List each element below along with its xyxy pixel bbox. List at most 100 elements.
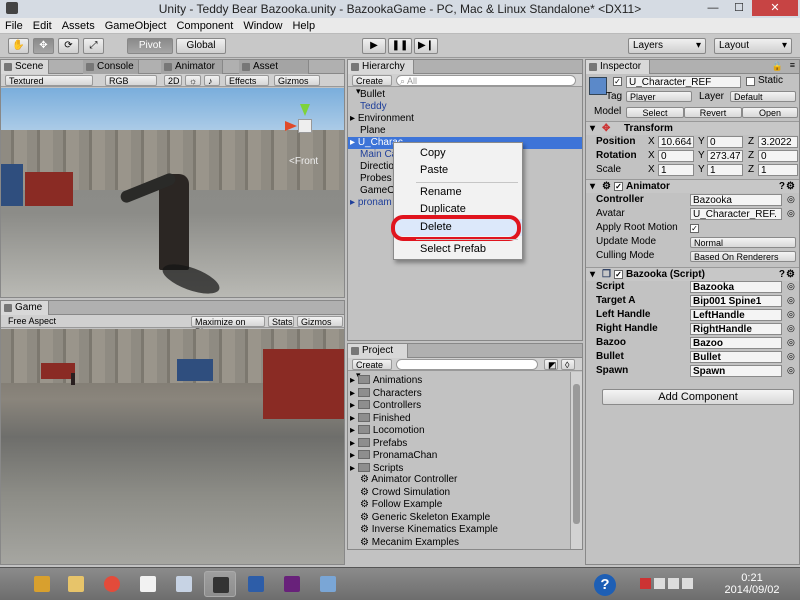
tab-animator[interactable]: Animator	[161, 60, 223, 74]
project-asset[interactable]: ⚙ Crowd Simulation	[360, 487, 450, 499]
project-folder[interactable]: ▸ Scripts	[350, 462, 403, 474]
project-scroll-thumb[interactable]	[573, 384, 580, 524]
help-icon[interactable]: ?	[779, 268, 785, 282]
script-field-value[interactable]: Bazooka	[690, 281, 782, 293]
context-copy[interactable]: Copy	[394, 145, 522, 162]
project-folder[interactable]: ▸ PronamaChan	[350, 449, 437, 461]
taskbar-app[interactable]	[132, 571, 164, 597]
project-folder[interactable]: ▸ Animations	[350, 374, 422, 386]
scale-z-field[interactable]: 1	[758, 164, 798, 176]
object-picker-icon[interactable]: ◎	[787, 281, 795, 292]
hierarchy-create-dropdown[interactable]: Create ▾	[352, 75, 392, 96]
render-dropdown[interactable]: RGB	[105, 75, 157, 86]
pivot-toggle[interactable]: Pivot	[127, 38, 173, 54]
script-field-value[interactable]: Bazoo	[690, 337, 782, 349]
rotation-z-field[interactable]: 0	[758, 150, 798, 162]
lighting-icon[interactable]: ☼	[185, 75, 201, 86]
scene-gizmo[interactable]	[283, 104, 327, 144]
tab-game[interactable]: Game	[1, 301, 49, 315]
object-picker-icon[interactable]: ◎	[787, 194, 795, 205]
script-field-value[interactable]: Bullet	[690, 351, 782, 363]
project-scrollbar[interactable]	[570, 372, 582, 549]
controller-field[interactable]: Bazooka	[690, 194, 782, 206]
project-folder[interactable]: ▸ Finished	[350, 412, 411, 424]
layers-dropdown[interactable]: Layers ▾	[628, 38, 706, 54]
hierarchy-item-bullet[interactable]: Bullet	[360, 89, 385, 101]
aspect-dropdown[interactable]: Free Aspect	[5, 316, 79, 327]
tab-project[interactable]: Project	[348, 344, 408, 358]
scene-viewport[interactable]: <Front	[1, 88, 344, 297]
taskbar-word[interactable]	[240, 571, 272, 597]
tab-console[interactable]: Console	[83, 60, 139, 74]
game-gizmos-dropdown[interactable]: Gizmos	[297, 316, 343, 327]
taskbar-unity[interactable]	[204, 571, 236, 597]
model-select-button[interactable]: Select	[626, 107, 684, 118]
taskbar-app2[interactable]	[168, 571, 200, 597]
shading-dropdown[interactable]: Textured	[5, 75, 93, 86]
help-icon[interactable]: ?	[594, 574, 616, 596]
project-folder[interactable]: ▸ Locomotion	[350, 424, 425, 436]
effects-dropdown[interactable]: Effects	[225, 75, 269, 86]
add-component-button[interactable]: Add Component	[602, 389, 794, 405]
step-button[interactable]: ▶❙	[414, 38, 438, 54]
project-asset[interactable]: ⚙ Animator Controller	[360, 474, 457, 486]
object-name-field[interactable]: U_Character_REF	[626, 76, 741, 88]
tab-asset-store[interactable]: Asset Store	[239, 60, 309, 85]
layer-dropdown[interactable]: Default	[730, 91, 796, 102]
rotation-x-field[interactable]: 0	[658, 150, 694, 162]
filter-type-icon[interactable]: ◩	[544, 359, 558, 370]
play-button[interactable]: ▶	[362, 38, 386, 54]
project-folder[interactable]: ▸ Characters	[350, 387, 422, 399]
script-header[interactable]: ▾ ❐ ✓ Bazooka (Script) ? ⚙	[586, 267, 799, 281]
context-paste[interactable]: Paste	[394, 162, 522, 179]
minimize-button[interactable]: —	[700, 0, 726, 16]
rotate-tool-icon[interactable]: ⟳	[58, 38, 79, 54]
rotation-y-field[interactable]: 273.47	[707, 150, 743, 162]
hierarchy-item-directional-light[interactable]: Directio	[360, 161, 394, 173]
object-picker-icon[interactable]: ◎	[787, 351, 795, 362]
object-picker-icon[interactable]: ◎	[787, 295, 795, 306]
context-select-prefab[interactable]: Select Prefab	[394, 241, 522, 258]
2d-toggle[interactable]: 2D	[164, 75, 182, 86]
taskbar-clock[interactable]: 0:21 2014/09/02	[722, 572, 782, 596]
hierarchy-search-input[interactable]: ⌕ All	[396, 75, 576, 86]
scale-y-field[interactable]: 1	[707, 164, 743, 176]
script-field-value[interactable]: LeftHandle	[690, 309, 782, 321]
close-button[interactable]: ✕	[752, 0, 798, 16]
tray-icons[interactable]	[640, 578, 700, 592]
taskbar-visual-studio[interactable]	[276, 571, 308, 597]
audio-icon[interactable]: ♪	[204, 75, 220, 86]
menu-edit[interactable]: Edit	[28, 18, 57, 34]
apply-root-motion-checkbox[interactable]: ✓	[690, 224, 699, 233]
taskbar-app-paint[interactable]	[26, 571, 58, 597]
project-asset[interactable]: ⚙ Mecanim Examples	[360, 537, 459, 549]
avatar-field[interactable]: U_Character_REF.	[690, 208, 782, 220]
model-open-button[interactable]: Open	[742, 107, 798, 118]
gizmos-dropdown[interactable]: Gizmos	[274, 75, 320, 86]
tab-scene[interactable]: Scene	[1, 60, 49, 74]
project-asset[interactable]: ⚙ Inverse Kinematics Example	[360, 524, 498, 536]
animator-enabled-checkbox[interactable]: ✓	[614, 182, 623, 191]
animator-header[interactable]: ▾ ⚙ ✓ Animator ? ⚙	[586, 179, 799, 193]
hierarchy-item-probes[interactable]: Probes	[360, 173, 392, 185]
model-revert-button[interactable]: Revert	[684, 107, 742, 118]
filter-label-icon[interactable]: ◊	[561, 359, 575, 370]
script-enabled-checkbox[interactable]: ✓	[614, 270, 623, 279]
settings-gear-icon[interactable]: ⚙	[786, 180, 795, 194]
script-field-value[interactable]: Spawn	[690, 365, 782, 377]
project-asset[interactable]: ⚙ Generic Skeleton Example	[360, 512, 490, 524]
hierarchy-item-main-camera[interactable]: Main Ca	[360, 149, 397, 161]
project-search-input[interactable]	[396, 359, 538, 370]
position-x-field[interactable]: 10.664	[658, 136, 694, 148]
hierarchy-item-plane[interactable]: Plane	[360, 125, 386, 137]
menu-assets[interactable]: Assets	[57, 18, 100, 34]
move-tool-icon[interactable]: ✥	[33, 38, 54, 54]
taskbar-app3[interactable]	[312, 571, 344, 597]
script-field-value[interactable]: Bip001 Spine1	[690, 295, 782, 307]
maximize-button[interactable]: ☐	[726, 0, 752, 16]
update-mode-dropdown[interactable]: Normal	[690, 237, 796, 248]
project-folder[interactable]: ▸ Prefabs	[350, 437, 407, 449]
hierarchy-item-teddy[interactable]: Teddy	[360, 101, 387, 113]
menu-component[interactable]: Component	[171, 18, 238, 34]
static-checkbox[interactable]	[746, 77, 755, 86]
